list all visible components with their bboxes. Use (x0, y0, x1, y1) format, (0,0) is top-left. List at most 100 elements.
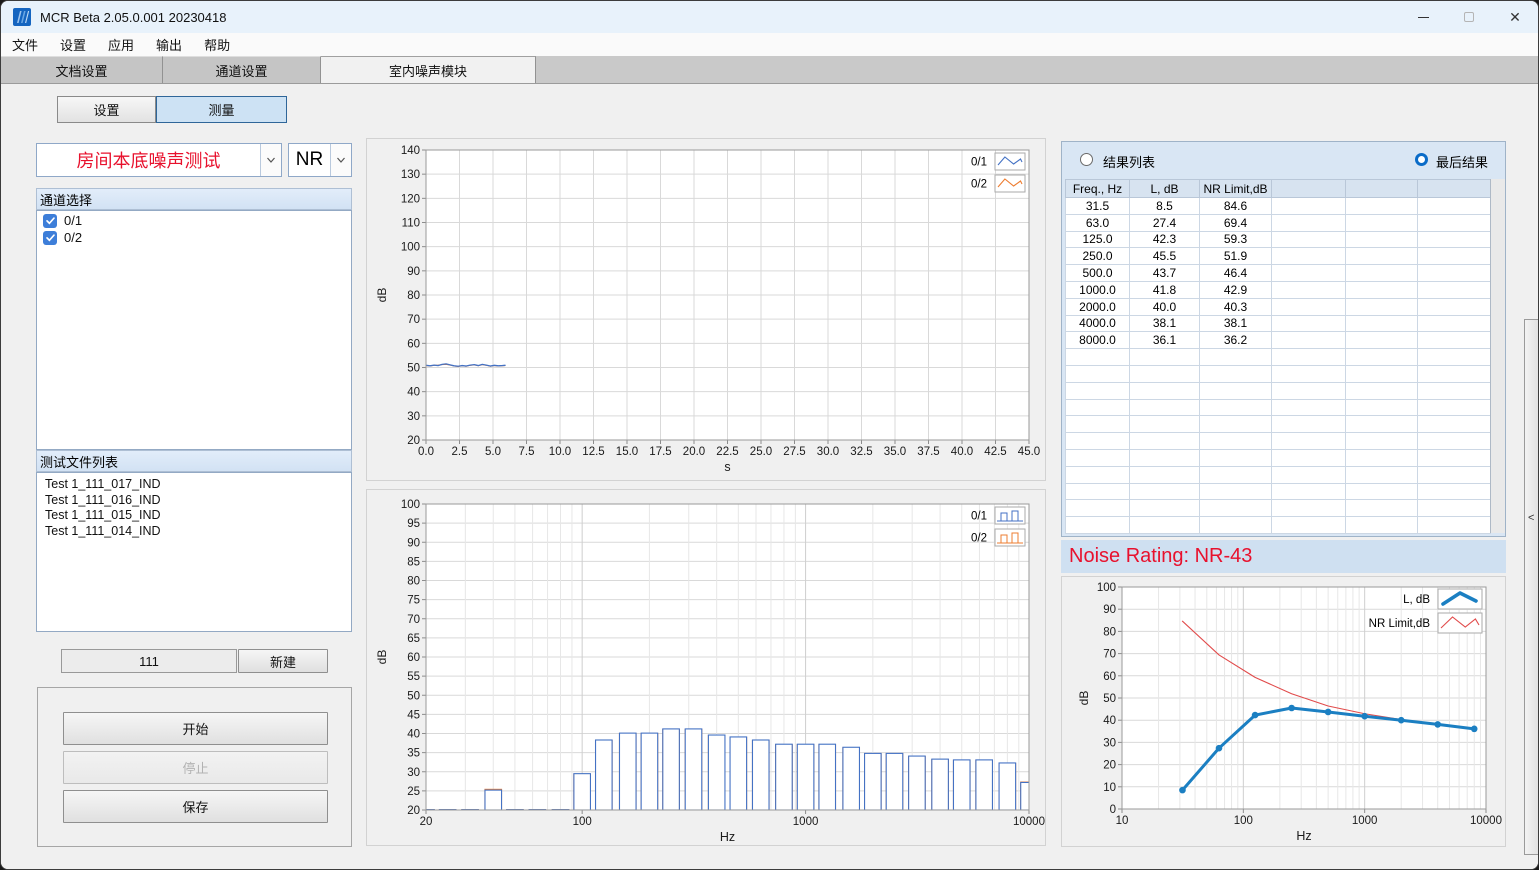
table-cell[interactable] (1130, 349, 1200, 366)
table-cell[interactable] (1066, 449, 1130, 466)
save-button[interactable]: 保存 (63, 790, 328, 823)
table-cell[interactable] (1346, 449, 1418, 466)
table-cell[interactable] (1130, 517, 1200, 534)
table-cell[interactable]: 4000.0 (1066, 315, 1130, 332)
menu-item-0[interactable]: 文件 (1, 33, 49, 56)
table-cell[interactable] (1418, 483, 1491, 500)
table-cell[interactable] (1272, 382, 1346, 399)
table-cell[interactable] (1272, 349, 1346, 366)
table-cell[interactable] (1200, 433, 1272, 450)
table-cell[interactable] (1418, 214, 1491, 231)
table-cell[interactable] (1272, 399, 1346, 416)
table-cell[interactable] (1418, 231, 1491, 248)
file-item-1[interactable]: Test 1_111_016_IND (37, 493, 351, 509)
file-item-0[interactable]: Test 1_111_017_IND (37, 477, 351, 493)
collapse-panel-handle[interactable]: < (1524, 319, 1539, 855)
channel-item-0[interactable]: 0/1 (37, 211, 351, 228)
table-cell[interactable] (1272, 265, 1346, 282)
table-cell[interactable]: 42.3 (1130, 231, 1200, 248)
table-cell[interactable] (1200, 382, 1272, 399)
table-cell[interactable] (1272, 231, 1346, 248)
table-cell[interactable] (1200, 483, 1272, 500)
table-cell[interactable]: 125.0 (1066, 231, 1130, 248)
table-cell[interactable] (1130, 399, 1200, 416)
table-cell[interactable] (1346, 298, 1418, 315)
table-cell[interactable] (1130, 500, 1200, 517)
checkbox-icon[interactable] (43, 231, 57, 245)
table-cell[interactable]: 38.1 (1200, 315, 1272, 332)
tab-2[interactable]: 室内噪声模块 (321, 56, 536, 83)
table-cell[interactable] (1272, 500, 1346, 517)
new-button[interactable]: 新建 (238, 649, 328, 673)
table-cell[interactable] (1272, 281, 1346, 298)
table-cell[interactable] (1346, 416, 1418, 433)
table-cell[interactable] (1130, 433, 1200, 450)
table-cell[interactable] (1346, 248, 1418, 265)
stop-button[interactable]: 停止 (63, 751, 328, 784)
table-cell[interactable] (1346, 382, 1418, 399)
subtab-0[interactable]: 设置 (57, 96, 156, 123)
table-cell[interactable]: 63.0 (1066, 214, 1130, 231)
table-cell[interactable] (1418, 416, 1491, 433)
table-cell[interactable] (1272, 198, 1346, 215)
file-item-3[interactable]: Test 1_111_014_IND (37, 524, 351, 540)
result-list-radio[interactable] (1080, 153, 1093, 166)
last-result-radio[interactable] (1415, 153, 1428, 166)
table-cell[interactable]: 500.0 (1066, 265, 1130, 282)
close-button[interactable]: ✕ (1492, 1, 1538, 33)
table-cell[interactable]: 41.8 (1130, 281, 1200, 298)
table-cell[interactable] (1066, 399, 1130, 416)
maximize-button[interactable] (1446, 1, 1492, 33)
table-cell[interactable] (1200, 349, 1272, 366)
table-cell[interactable] (1066, 416, 1130, 433)
table-cell[interactable]: 27.4 (1130, 214, 1200, 231)
table-cell[interactable] (1346, 517, 1418, 534)
table-cell[interactable] (1200, 500, 1272, 517)
table-cell[interactable] (1066, 349, 1130, 366)
preset-dropdown-button[interactable] (260, 144, 281, 176)
table-cell[interactable] (1066, 466, 1130, 483)
table-cell[interactable] (1272, 466, 1346, 483)
table-cell[interactable] (1346, 231, 1418, 248)
table-cell[interactable] (1272, 365, 1346, 382)
table-cell[interactable] (1418, 265, 1491, 282)
table-cell[interactable] (1418, 433, 1491, 450)
table-cell[interactable] (1200, 517, 1272, 534)
table-cell[interactable] (1200, 399, 1272, 416)
table-cell[interactable]: 36.2 (1200, 332, 1272, 349)
table-cell[interactable]: 84.6 (1200, 198, 1272, 215)
rating-type-combobox[interactable]: NR (288, 143, 352, 177)
file-item-2[interactable]: Test 1_111_015_IND (37, 508, 351, 524)
table-scrollbar[interactable] (1490, 179, 1505, 533)
table-cell[interactable] (1418, 198, 1491, 215)
rating-type-dropdown-button[interactable] (330, 144, 351, 176)
table-cell[interactable] (1066, 517, 1130, 534)
table-cell[interactable] (1346, 433, 1418, 450)
table-cell[interactable] (1418, 332, 1491, 349)
table-cell[interactable] (1272, 449, 1346, 466)
table-cell[interactable] (1418, 399, 1491, 416)
table-cell[interactable]: 250.0 (1066, 248, 1130, 265)
table-cell[interactable]: 42.9 (1200, 281, 1272, 298)
table-cell[interactable] (1346, 399, 1418, 416)
table-cell[interactable] (1200, 365, 1272, 382)
table-cell[interactable] (1272, 483, 1346, 500)
table-cell[interactable] (1130, 365, 1200, 382)
start-button[interactable]: 开始 (63, 712, 328, 745)
table-cell[interactable] (1066, 433, 1130, 450)
menu-item-2[interactable]: 应用 (97, 33, 145, 56)
table-cell[interactable] (1272, 214, 1346, 231)
table-cell[interactable] (1346, 214, 1418, 231)
table-cell[interactable] (1346, 315, 1418, 332)
table-cell[interactable] (1272, 517, 1346, 534)
table-cell[interactable] (1418, 466, 1491, 483)
table-cell[interactable]: 40.0 (1130, 298, 1200, 315)
table-cell[interactable] (1418, 281, 1491, 298)
tab-1[interactable]: 通道设置 (163, 56, 321, 83)
test-name-field[interactable]: 111 (61, 649, 237, 673)
table-cell[interactable]: 69.4 (1200, 214, 1272, 231)
table-cell[interactable] (1346, 198, 1418, 215)
table-cell[interactable] (1346, 349, 1418, 366)
table-cell[interactable]: 40.3 (1200, 298, 1272, 315)
tab-0[interactable]: 文档设置 (1, 56, 163, 83)
